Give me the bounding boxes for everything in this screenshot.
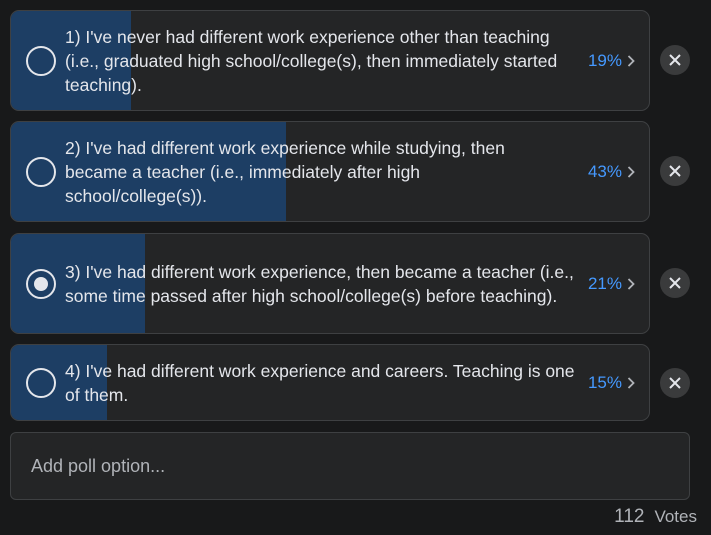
radio-button-selected[interactable] [26,268,56,299]
percentage-text: 21% [587,273,622,293]
add-poll-option-field[interactable] [10,432,690,500]
option-label: 3) I've had different work experience, t… [65,261,574,306]
option-percentage[interactable]: 15% [588,373,635,393]
vote-total: 112 Votes [614,506,697,528]
percentage-text: 43% [587,161,622,181]
option-label: 4) I've had different work experience an… [65,360,575,405]
remove-option-button[interactable] [660,368,690,398]
remove-option-button[interactable] [660,268,690,298]
option-percentage[interactable]: 21% [588,274,635,294]
add-poll-option-input[interactable] [11,433,689,499]
radio-button[interactable] [26,367,56,398]
percentage-text: 19% [587,50,622,70]
chevron-right-icon [627,277,635,290]
chevron-right-icon [627,165,635,178]
poll-option-3[interactable]: 3) I've had different work experience, t… [10,233,650,334]
vote-count: 112 [614,506,645,527]
close-icon [669,277,681,289]
close-icon [669,377,681,389]
option-percentage[interactable]: 43% [588,162,635,182]
percentage-text: 15% [587,372,622,392]
option-label: 1) I've never had different work experie… [65,26,558,95]
remove-option-button[interactable] [660,45,690,75]
radio-button[interactable] [26,45,56,76]
poll-option-1[interactable]: 1) I've never had different work experie… [10,10,650,111]
chevron-right-icon [627,54,635,67]
radio-button[interactable] [26,156,56,187]
option-label: 2) I've had different work experience wh… [65,137,505,206]
close-icon [669,54,681,66]
poll-option-2[interactable]: 2) I've had different work experience wh… [10,121,650,222]
remove-option-button[interactable] [660,156,690,186]
poll-option-4[interactable]: 4) I've had different work experience an… [10,344,650,421]
votes-label: Votes [654,507,697,526]
chevron-right-icon [627,376,635,389]
close-icon [669,165,681,177]
option-percentage[interactable]: 19% [588,51,635,71]
